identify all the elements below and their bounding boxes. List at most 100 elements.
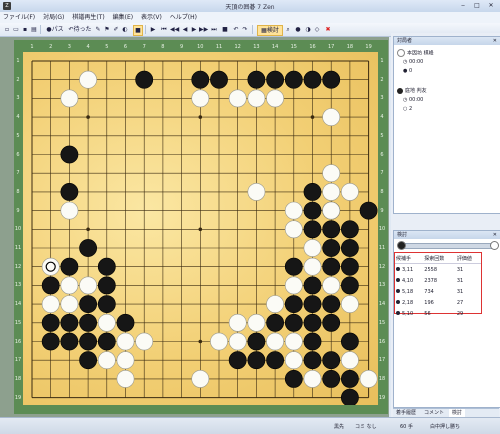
black-stone bbox=[60, 145, 79, 164]
analysis-cell: 5,10 bbox=[395, 308, 423, 319]
analysis-cell: 3,11 bbox=[395, 264, 423, 276]
close-button[interactable]: ✕ bbox=[484, 1, 498, 10]
black-stone bbox=[303, 220, 322, 239]
undo-button[interactable]: ↶待った bbox=[68, 25, 92, 34]
forward-fast-icon[interactable]: ▶▶ bbox=[199, 25, 208, 34]
go-board[interactable] bbox=[23, 52, 378, 405]
slider-knob-white[interactable] bbox=[490, 241, 499, 250]
board-grid[interactable] bbox=[23, 52, 378, 405]
close-icon[interactable]: ✖ bbox=[324, 25, 332, 34]
pass-button[interactable]: ●パス bbox=[44, 25, 66, 34]
black-stone bbox=[79, 295, 98, 314]
stop-icon[interactable]: ■ bbox=[221, 25, 229, 34]
star-point bbox=[86, 115, 90, 119]
search-icon[interactable]: ⌕ bbox=[284, 25, 292, 34]
color-icon[interactable]: ◑ bbox=[304, 25, 312, 34]
black-stone bbox=[340, 276, 359, 295]
print-icon[interactable]: ▤ bbox=[30, 25, 38, 34]
pin-icon[interactable]: ✕ bbox=[490, 231, 497, 239]
row-label: 4 bbox=[380, 114, 384, 121]
black-stone bbox=[60, 182, 79, 201]
black-stone bbox=[340, 257, 359, 276]
black-stone bbox=[266, 351, 285, 370]
analysis-row[interactable]: 5,18 734 31 bbox=[395, 286, 481, 297]
analysis-button[interactable]: ▦検討 bbox=[257, 25, 283, 36]
column-label: 11 bbox=[215, 44, 223, 50]
analysis-cell: 2,18 bbox=[395, 297, 423, 308]
row-label: 17 bbox=[378, 357, 386, 364]
analysis-row[interactable]: 5,10 56 29 bbox=[395, 308, 481, 319]
black-stone bbox=[341, 388, 359, 405]
white-stone bbox=[135, 332, 154, 351]
status-result: 白中押し勝ち bbox=[430, 424, 461, 430]
maximize-button[interactable]: □ bbox=[470, 1, 484, 10]
analysis-cell: 56 bbox=[423, 308, 456, 319]
black-stone bbox=[340, 239, 359, 257]
black-stone bbox=[97, 257, 116, 276]
white-player-name: 本因坊 棋峰 bbox=[407, 50, 434, 57]
menu-help[interactable]: ヘルプ(H) bbox=[167, 12, 200, 23]
analysis-cell: 4,10 bbox=[395, 275, 423, 286]
column-playouts: 探索回数 bbox=[423, 253, 456, 264]
menu-replay[interactable]: 棋譜再生(T) bbox=[69, 12, 107, 23]
window-title: 天頂の囲碁 7 Zen bbox=[225, 4, 275, 11]
analysis-row[interactable]: 4,10 2378 31 bbox=[395, 275, 481, 286]
menu-game[interactable]: 対局(G) bbox=[40, 12, 67, 23]
column-label: 10 bbox=[197, 44, 204, 50]
black-stone bbox=[340, 332, 359, 351]
white-stone bbox=[303, 257, 322, 276]
stone-icon[interactable]: ● bbox=[294, 25, 302, 34]
star-point bbox=[198, 227, 203, 232]
analysis-value: 196 bbox=[424, 299, 434, 306]
analysis-row[interactable]: 3,11 2558 31 bbox=[395, 264, 481, 276]
pin-icon[interactable]: ✕ bbox=[490, 37, 497, 45]
eraser-icon[interactable]: ◇ bbox=[313, 25, 321, 34]
white-stone bbox=[116, 332, 135, 351]
redo-arrow-icon[interactable]: ↷ bbox=[241, 25, 249, 34]
analysis-value: 4,10 bbox=[402, 277, 414, 284]
white-stone bbox=[303, 369, 322, 388]
pen-icon[interactable]: ✐ bbox=[112, 25, 120, 34]
column-label: 17 bbox=[328, 44, 335, 50]
flag-icon[interactable]: ⚑ bbox=[103, 25, 111, 34]
back-icon[interactable]: ◀ bbox=[181, 25, 189, 34]
edit-icon[interactable]: ✎ bbox=[94, 25, 102, 34]
white-stone bbox=[228, 89, 247, 108]
black-player: 庭地 判友 bbox=[397, 87, 427, 94]
forward-icon[interactable]: ▶ bbox=[190, 25, 198, 34]
last-move-icon[interactable]: ⏭ bbox=[210, 25, 218, 34]
black-stone bbox=[284, 295, 303, 314]
star-point bbox=[198, 339, 203, 344]
analysis-pane-label: 検討 bbox=[397, 232, 408, 238]
white-stone bbox=[359, 369, 378, 388]
save-icon[interactable]: ▪ bbox=[21, 25, 29, 34]
black-stone bbox=[303, 182, 322, 201]
undo-arrow-icon[interactable]: ↶ bbox=[232, 25, 240, 34]
open-icon[interactable]: ▭ bbox=[12, 25, 20, 34]
status-bar: 黒先 コミ なし 60 手 白中押し勝ち bbox=[0, 417, 500, 434]
highlight-icon[interactable]: ■ bbox=[133, 25, 143, 36]
menu-view[interactable]: 表示(V) bbox=[138, 12, 165, 23]
minimize-button[interactable]: ‒ bbox=[456, 1, 470, 10]
white-stone bbox=[284, 332, 303, 351]
black-stone bbox=[97, 332, 116, 351]
marker-icon[interactable]: ◐ bbox=[121, 25, 129, 34]
column-label: 4 bbox=[86, 44, 90, 50]
row-label: 16 bbox=[378, 338, 386, 345]
analysis-row[interactable]: 2,18 196 27 bbox=[395, 297, 481, 308]
menu-edit[interactable]: 編集(E) bbox=[110, 12, 136, 23]
play-icon[interactable]: ▶ bbox=[149, 25, 157, 34]
analysis-cell: 5,18 bbox=[395, 286, 423, 297]
black-stone bbox=[247, 332, 266, 351]
white-stone bbox=[247, 89, 266, 108]
new-icon[interactable]: ▫ bbox=[3, 25, 11, 34]
back-fast-icon[interactable]: ◀◀ bbox=[170, 25, 179, 34]
analysis-slider[interactable] bbox=[397, 241, 499, 250]
menu-file[interactable]: ファイル(F) bbox=[0, 12, 38, 23]
black-stone bbox=[41, 276, 60, 295]
analysis-cell: 31 bbox=[456, 264, 481, 276]
candidate-stone-icon bbox=[396, 311, 400, 315]
slider-knob-black[interactable] bbox=[397, 241, 406, 250]
first-move-icon[interactable]: ⏮ bbox=[160, 25, 168, 34]
row-label: 3 bbox=[16, 95, 20, 102]
